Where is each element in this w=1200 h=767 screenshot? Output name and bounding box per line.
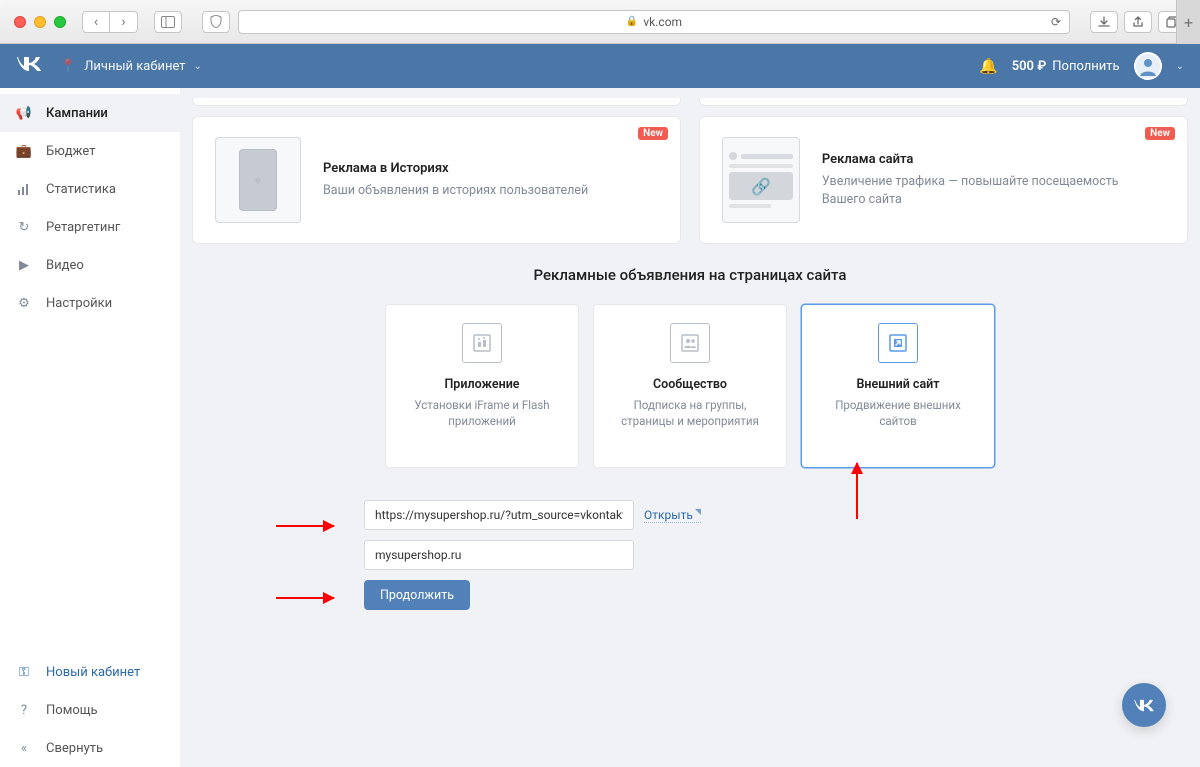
wallet-icon: 💼 — [16, 144, 32, 159]
option-title: Сообщество — [653, 377, 727, 392]
option-title: Приложение — [444, 377, 519, 392]
user-avatar[interactable] — [1134, 52, 1162, 80]
section-title: Рекламные объявления на страницах сайта — [192, 266, 1188, 284]
browser-chrome: ‹ › 🔒 vk.com ⟳ — [0, 0, 1200, 44]
option-card-external-site[interactable]: Внешний сайт Продвижение внешних сайтов — [801, 304, 995, 468]
address-text: vk.com — [643, 15, 682, 29]
help-icon: ? — [16, 703, 32, 718]
external-site-icon — [878, 323, 918, 363]
avatar-icon — [1136, 54, 1160, 78]
card-thumbnail: 🔗 — [722, 137, 800, 223]
app-icon — [462, 323, 502, 363]
sidebar-item-new-account[interactable]: ⚿ Новый кабинет — [0, 653, 180, 691]
external-link-icon: ◥ — [693, 507, 701, 516]
story-preview-icon: ♦ — [239, 149, 277, 211]
community-icon — [670, 323, 710, 363]
sidebar-item-label: Новый кабинет — [46, 665, 140, 680]
option-card-community[interactable]: Сообщество Подписка на группы, страницы … — [593, 304, 787, 468]
topup-label: Пополнить — [1052, 59, 1119, 74]
new-badge: New — [638, 127, 668, 140]
pin-icon: 📍 — [60, 59, 76, 74]
card-subtitle: Ваши объявления в историях пользователей — [323, 182, 588, 200]
vk-logo[interactable] — [16, 56, 42, 77]
key-icon: ⚿ — [16, 665, 32, 680]
chevron-down-icon: ⌄ — [1176, 61, 1184, 72]
continue-button[interactable]: Продолжить — [364, 580, 470, 610]
url-form: Открыть ◥ Продолжить — [364, 500, 764, 610]
card-title: Реклама в Историях — [323, 161, 588, 176]
sidebar-item-label: Бюджет — [46, 144, 95, 159]
collapse-icon: « — [16, 741, 32, 756]
chevron-down-icon: ⌄ — [194, 61, 202, 72]
share-icon — [1132, 16, 1144, 28]
sidebar-item-settings[interactable]: ⚙ Настройки — [0, 284, 180, 322]
sidebar-item-label: Помощь — [46, 703, 98, 718]
sidebar-item-budget[interactable]: 💼 Бюджет — [0, 132, 180, 170]
back-button[interactable]: ‹ — [82, 11, 110, 33]
main-content: New ♦ Реклама в Историях Ваши объявления… — [180, 88, 1200, 767]
sidebar-toggle-button[interactable] — [154, 11, 182, 33]
notifications-button[interactable]: 🔔 — [979, 57, 998, 75]
sidebar-item-video[interactable]: ▶ Видео — [0, 246, 180, 284]
ad-format-card-site[interactable]: New 🔗 Реклама сайта Увеличение трафика —… — [699, 116, 1188, 244]
vk-help-fab[interactable] — [1122, 683, 1166, 727]
window-controls — [14, 16, 66, 28]
forward-button[interactable]: › — [110, 11, 138, 33]
url-input[interactable] — [364, 500, 634, 530]
page-preview-icon: 🔗 — [729, 152, 793, 208]
card-thumbnail: ♦ — [215, 137, 301, 223]
lock-icon: 🔒 — [626, 16, 638, 27]
nav-label: Личный кабинет — [84, 59, 185, 74]
new-badge: New — [1145, 127, 1175, 140]
shield-icon — [210, 15, 222, 28]
account-switcher[interactable]: 📍 Личный кабинет ⌄ — [60, 59, 202, 74]
option-subtitle: Установки iFrame и Flash приложений — [400, 398, 564, 429]
reload-button[interactable]: ⟳ — [1051, 15, 1061, 29]
vk-logo-icon — [16, 56, 42, 72]
ad-format-card-stories[interactable]: New ♦ Реклама в Историях Ваши объявления… — [192, 116, 681, 244]
sidebar-item-statistics[interactable]: Статистика — [0, 170, 180, 208]
privacy-shield-button[interactable] — [202, 11, 230, 33]
option-subtitle: Продвижение внешних сайтов — [816, 398, 980, 429]
share-button[interactable] — [1124, 11, 1152, 33]
retarget-icon: ↻ — [16, 220, 32, 235]
vk-logo-icon — [1133, 699, 1155, 712]
sidebar-item-label: Свернуть — [46, 741, 103, 756]
card-subtitle: Увеличение трафика — повышайте посещаемо… — [822, 173, 1165, 208]
domain-input[interactable] — [364, 540, 634, 570]
chart-icon — [16, 182, 32, 196]
sidebar-item-label: Кампании — [46, 106, 108, 121]
panel-icon — [161, 16, 175, 28]
minimize-window-button[interactable] — [34, 16, 46, 28]
sidebar-item-label: Настройки — [46, 296, 112, 311]
sidebar: 📢 Кампании 💼 Бюджет Статистика ↻ Ретарге… — [0, 88, 180, 767]
address-bar[interactable]: 🔒 vk.com ⟳ — [238, 10, 1070, 34]
card-cutoff — [192, 98, 681, 106]
download-icon — [1098, 16, 1110, 28]
vk-header: 📍 Личный кабинет ⌄ 🔔 500 ₽ Пополнить ⌄ — [0, 44, 1200, 88]
balance-topup-button[interactable]: 500 ₽ Пополнить — [1012, 59, 1120, 74]
sidebar-item-campaigns[interactable]: 📢 Кампании — [0, 94, 180, 132]
option-subtitle: Подписка на группы, страницы и мероприят… — [608, 398, 772, 429]
new-tab-button[interactable]: + — [1176, 0, 1200, 44]
card-title: Реклама сайта — [822, 152, 1165, 167]
close-window-button[interactable] — [14, 16, 26, 28]
sidebar-item-retargeting[interactable]: ↻ Ретаргетинг — [0, 208, 180, 246]
open-link[interactable]: Открыть ◥ — [644, 507, 701, 523]
balance-amount: 500 ₽ — [1012, 59, 1047, 74]
sidebar-item-label: Ретаргетинг — [46, 220, 120, 235]
sidebar-item-label: Статистика — [46, 182, 116, 197]
option-card-application[interactable]: Приложение Установки iFrame и Flash прил… — [385, 304, 579, 468]
megaphone-icon: 📢 — [16, 106, 32, 121]
card-cutoff — [699, 98, 1188, 106]
sidebar-item-label: Видео — [46, 258, 84, 273]
option-title: Внешний сайт — [856, 377, 939, 392]
downloads-button[interactable] — [1090, 11, 1118, 33]
maximize-window-button[interactable] — [54, 16, 66, 28]
video-icon: ▶ — [16, 258, 32, 273]
gear-icon: ⚙ — [16, 296, 32, 311]
sidebar-item-collapse[interactable]: « Свернуть — [0, 729, 180, 767]
sidebar-item-help[interactable]: ? Помощь — [0, 691, 180, 729]
